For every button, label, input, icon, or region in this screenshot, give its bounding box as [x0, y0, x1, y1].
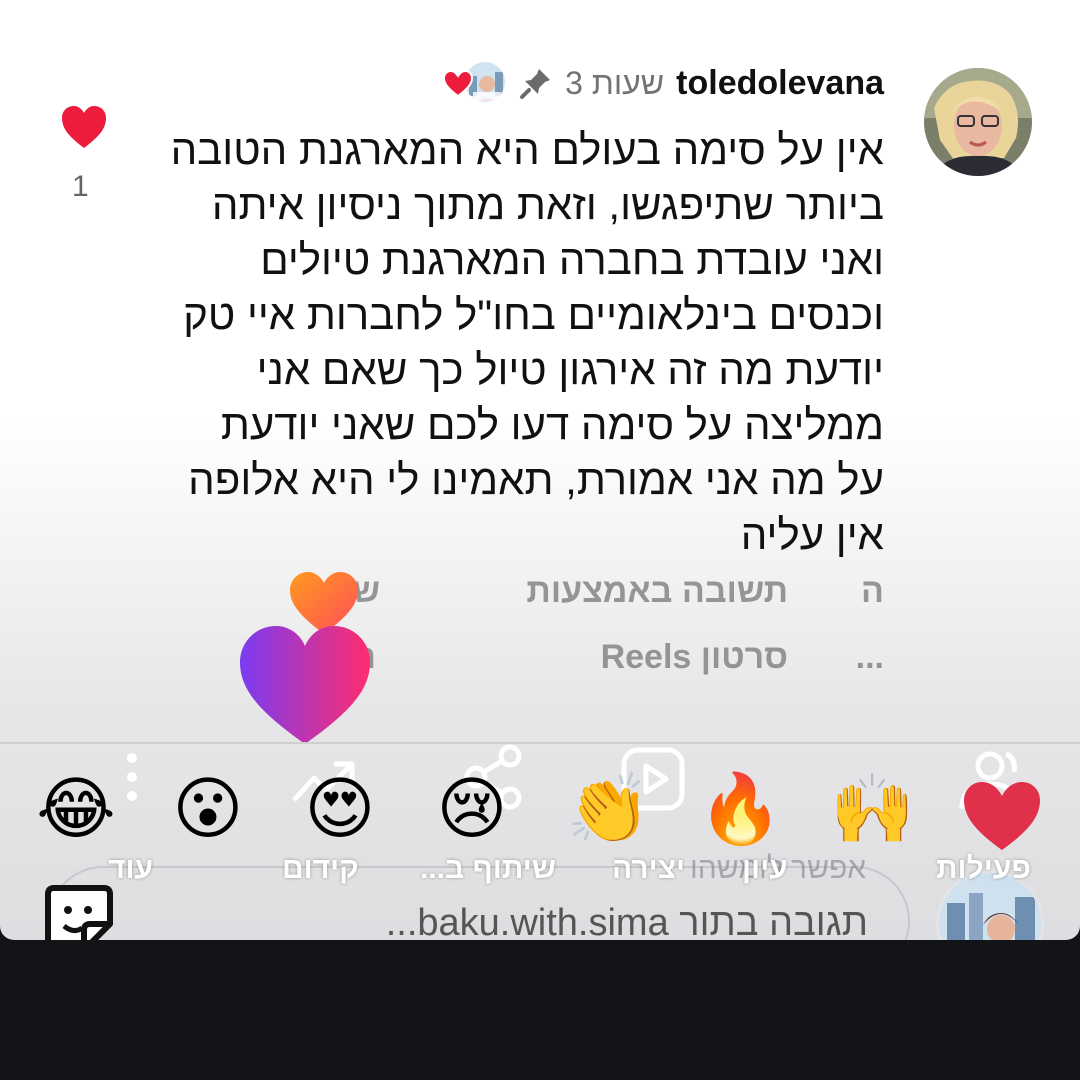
- fire-emoji[interactable]: 🔥: [698, 770, 783, 850]
- comment-time: 3 שעות: [565, 64, 665, 101]
- creator-liked-badge: [443, 60, 508, 106]
- menu-promote-label[interactable]: קידום: [282, 852, 359, 886]
- surprised-face-emoji[interactable]: 😮: [168, 770, 248, 850]
- more-dots-icon[interactable]: [124, 752, 140, 802]
- heart-reaction-emoji[interactable]: [962, 776, 1042, 856]
- comment-screen: toledolevana 3 שעות אין על סימה בעולם הי…: [0, 0, 1080, 940]
- raising-hands-emoji[interactable]: 🙌: [830, 770, 915, 850]
- reels-video-option[interactable]: סרטון Reels: [601, 638, 788, 677]
- heart-eyes-emoji[interactable]: 😍: [300, 770, 380, 850]
- comment-text: אין על סימה בעולם היא המארגנת הטובה ביות…: [170, 126, 884, 558]
- reply-placeholder[interactable]: תגובה בתור baku.with.sima...: [386, 902, 868, 940]
- crying-face-emoji[interactable]: 😢: [432, 770, 512, 850]
- reply-option-h[interactable]: ה: [861, 572, 884, 611]
- commenter-avatar[interactable]: [924, 68, 1032, 176]
- like-count: 1: [72, 170, 89, 203]
- more-options[interactable]: ...: [856, 638, 884, 677]
- commenter-username[interactable]: toledolevana: [676, 64, 884, 103]
- floating-heart-purple: [240, 626, 370, 744]
- menu-share-label[interactable]: שיתוף ב...: [420, 852, 556, 886]
- comment-header: toledolevana 3 שעות: [443, 60, 884, 106]
- menu-more-label[interactable]: עוד: [108, 852, 153, 886]
- menu-create-label[interactable]: יצירה: [612, 852, 685, 886]
- sticker-icon[interactable]: [44, 884, 114, 940]
- mini-heart-icon: [443, 70, 474, 98]
- laughing-face-emoji[interactable]: 😂: [36, 770, 116, 850]
- reactions-divider: [0, 742, 1080, 744]
- menu-view-label[interactable]: עיון: [742, 852, 788, 886]
- like-heart-icon[interactable]: [60, 104, 108, 150]
- menu-activity-label[interactable]: פעילות: [936, 852, 1031, 886]
- reply-with-option[interactable]: תשובה באמצעות: [526, 572, 788, 611]
- clapping-hands-emoji[interactable]: 👏: [566, 770, 651, 850]
- pin-icon: [520, 69, 551, 99]
- bottom-bar: [0, 940, 1080, 1080]
